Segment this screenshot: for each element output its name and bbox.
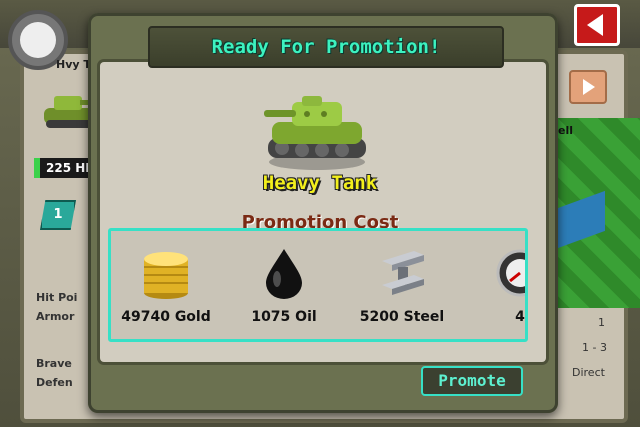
gold-coins-icon <box>144 252 188 299</box>
modal-title: Ready For Promotion! <box>211 36 441 58</box>
oil-drop-icon <box>266 249 302 299</box>
stat-label-defense: Defen <box>36 376 73 389</box>
stat-label-hit-points: Hit Poi <box>36 291 78 304</box>
cost-steel-text: 5200 Steel <box>359 309 445 325</box>
map-label: ell <box>558 124 574 137</box>
unit-name: Heavy Tank <box>262 172 378 194</box>
promote-button[interactable]: Promote <box>421 366 523 396</box>
cost-gold-text: 49740 Gold <box>121 309 211 325</box>
cost-list: 49740 Gold 1075 Oil 5200 Steel 4 <box>108 228 528 342</box>
cost-item-oil: 1075 Oil <box>229 231 339 339</box>
gauge-icon <box>496 249 525 297</box>
cost-other-text: 4 <box>515 309 525 325</box>
back-arrow-button[interactable] <box>574 4 620 46</box>
rank-badge: 1 <box>40 200 76 230</box>
stat-label-armor: Armor <box>36 310 75 323</box>
right-value-3: Direct <box>572 366 605 379</box>
right-value-2: 1 - 3 <box>582 341 607 354</box>
next-arrow-button[interactable] <box>569 70 607 104</box>
cost-item-other: 4 <box>465 231 525 339</box>
steel-beam-icon <box>382 251 424 295</box>
modal-title-bar: Ready For Promotion! <box>148 26 504 68</box>
stat-label-brave: Brave <box>36 357 72 370</box>
right-value-1: 1 <box>598 316 605 329</box>
background-unit-name: Hvy T <box>56 58 91 71</box>
heavy-tank-icon <box>264 96 366 170</box>
cost-item-gold: 49740 Gold <box>111 231 221 339</box>
cost-oil-text: 1075 Oil <box>251 309 317 325</box>
cost-item-steel: 5200 Steel <box>347 231 457 339</box>
